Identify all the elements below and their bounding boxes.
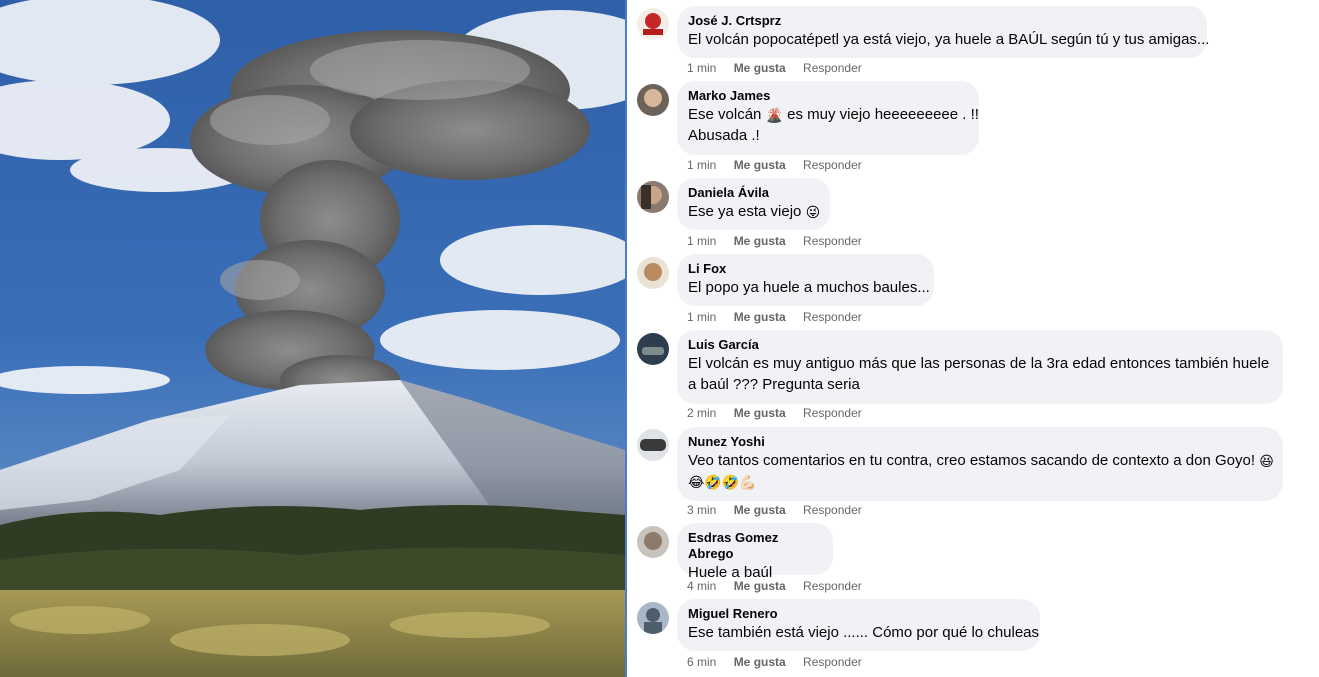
winking-face-emoji-icon: 😜 [805, 204, 821, 220]
avatar[interactable] [637, 84, 669, 116]
comment-text: Ese también está viejo ...... Cómo por q… [688, 624, 1040, 641]
comment-actions: 1 min Me gusta Responder [687, 233, 876, 249]
avatar[interactable] [637, 526, 669, 558]
comment-bubble: Luis García El volcán es muy antiguo más… [677, 330, 1283, 404]
like-button[interactable]: Me gusta [734, 60, 786, 76]
comments-panel: José J. Crtsprz El volcán popocatépetl y… [627, 0, 1319, 677]
comment-actions: 3 min Me gusta Responder [687, 502, 876, 518]
comment-text: a baúl ??? Pregunta seria [688, 376, 860, 393]
like-button[interactable]: Me gusta [734, 578, 786, 594]
reply-button[interactable]: Responder [803, 157, 862, 173]
comment-actions: 4 min Me gusta Responder [687, 578, 876, 594]
comment-text-part: Ese ya esta viejo [688, 203, 802, 220]
comment-time[interactable]: 6 min [687, 654, 716, 670]
comment-actions: 2 min Me gusta Responder [687, 405, 876, 421]
comment-text: Abusada .! [688, 127, 760, 144]
comment-time[interactable]: 1 min [687, 233, 716, 249]
comment-bubble: José J. Crtsprz El volcán popocatépetl y… [677, 6, 1210, 58]
laughing-face-emoji-icon: 😆 [1259, 453, 1274, 469]
comment-text: Ese ya esta viejo 😜 [688, 201, 821, 222]
comment-bubble: Daniela Ávila Ese ya esta viejo 😜 [677, 178, 830, 230]
avatar[interactable] [637, 429, 669, 461]
comment-time[interactable]: 1 min [687, 157, 716, 173]
comment-author[interactable]: Daniela Ávila [688, 185, 818, 201]
comment-bubble: Esdras Gomez Abrego Huele a baúl [677, 523, 833, 581]
comment-author[interactable]: Luis García [688, 337, 1271, 353]
comment-actions: 1 min Me gusta Responder [687, 309, 876, 325]
comment-author[interactable]: Esdras Gomez Abrego [688, 530, 821, 562]
reply-button[interactable]: Responder [803, 502, 862, 518]
avatar[interactable] [637, 181, 669, 213]
reply-button[interactable]: Responder [803, 233, 862, 249]
comment-bubble: Li Fox El popo ya huele a muchos baules.… [677, 254, 934, 306]
comment-bubble: Miguel Renero Ese también está viejo ...… [677, 599, 1040, 651]
comment-author[interactable]: Nunez Yoshi [688, 434, 1271, 450]
comment-text-part: Ese volcán [688, 106, 762, 123]
comment-time[interactable]: 4 min [687, 578, 716, 594]
comment-text: Veo tantos comentarios en tu contra, cre… [688, 450, 1274, 471]
comment-text-part: es muy viejo heeeeeeeee . !! [787, 106, 979, 123]
comment-actions: 1 min Me gusta Responder [687, 157, 876, 173]
rofl-emoji-icon: 🤣 [704, 474, 722, 490]
comment-author[interactable]: Marko James [688, 88, 967, 104]
reply-button[interactable]: Responder [803, 60, 862, 76]
comment-author[interactable]: José J. Crtsprz [688, 13, 1195, 29]
comment-actions: 6 min Me gusta Responder [687, 654, 876, 670]
reply-button[interactable]: Responder [803, 309, 862, 325]
comment-author[interactable]: Li Fox [688, 261, 922, 277]
comment-time[interactable]: 1 min [687, 60, 716, 76]
comment-emojis: 😂🤣🤣💪🏻 [688, 471, 1271, 492]
comment-actions: 1 min Me gusta Responder [687, 60, 876, 76]
reply-button[interactable]: Responder [803, 405, 862, 421]
like-button[interactable]: Me gusta [734, 654, 786, 670]
comment-bubble: Marko James Ese volcán 🌋 es muy viejo he… [677, 81, 979, 155]
comment-bubble: Nunez Yoshi Veo tantos comentarios en tu… [677, 427, 1283, 501]
comment-text: El volcán popocatépetl ya está viejo, ya… [688, 31, 1210, 48]
like-button[interactable]: Me gusta [734, 233, 786, 249]
like-button[interactable]: Me gusta [734, 309, 786, 325]
reply-button[interactable]: Responder [803, 578, 862, 594]
volcano-photo [0, 0, 625, 677]
like-button[interactable]: Me gusta [734, 502, 786, 518]
like-button[interactable]: Me gusta [734, 405, 786, 421]
comment-time[interactable]: 3 min [687, 502, 716, 518]
comment-text: El popo ya huele a muchos baules... [688, 279, 930, 296]
volcano-emoji-icon: 🌋 [765, 107, 783, 123]
comment-text: El volcán es muy antiguo más que las per… [688, 355, 1270, 372]
avatar[interactable] [637, 8, 669, 40]
comment-author[interactable]: Miguel Renero [688, 606, 1028, 622]
avatar[interactable] [637, 333, 669, 365]
comment-time[interactable]: 1 min [687, 309, 716, 325]
comment-text: Ese volcán 🌋 es muy viejo heeeeeeeee . !… [688, 104, 979, 125]
rofl-emoji-icon: 🤣 [721, 474, 740, 490]
avatar[interactable] [637, 602, 669, 634]
avatar[interactable] [637, 257, 669, 289]
comment-text-part: Veo tantos comentarios en tu contra, cre… [688, 452, 1256, 469]
crying-laughing-emoji-icon: 😂 [688, 474, 705, 490]
like-button[interactable]: Me gusta [734, 157, 786, 173]
flexed-arm-emoji-icon: 💪🏻 [739, 474, 757, 490]
reply-button[interactable]: Responder [803, 654, 862, 670]
comment-time[interactable]: 2 min [687, 405, 716, 421]
